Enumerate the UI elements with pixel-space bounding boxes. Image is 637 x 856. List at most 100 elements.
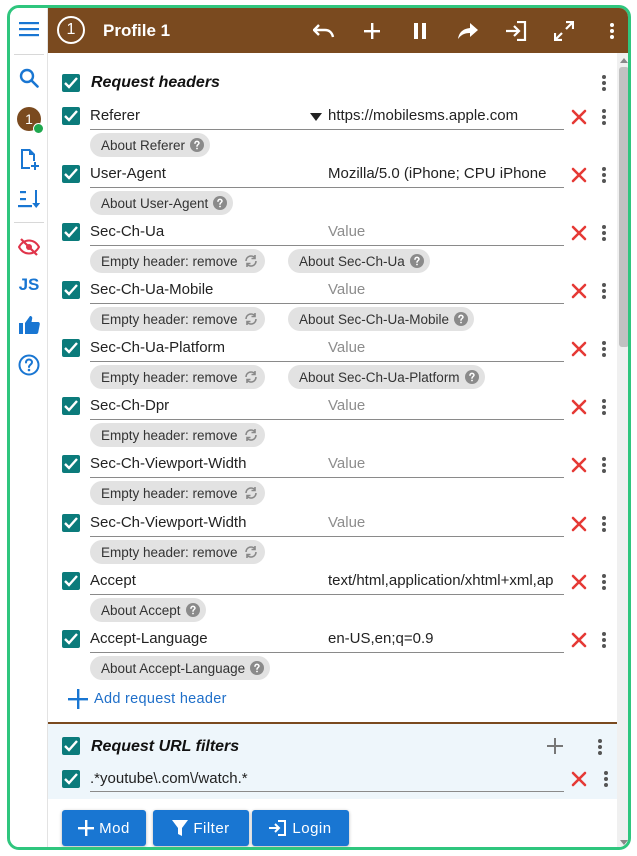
- about-header-chip[interactable]: About Accept-Language: [90, 656, 271, 680]
- header-more-icon[interactable]: [596, 513, 612, 535]
- request-headers-checkbox[interactable]: [62, 74, 80, 92]
- section-more-icon[interactable]: [596, 72, 612, 94]
- url-filter-more-icon[interactable]: [598, 768, 614, 790]
- help-icon[interactable]: [14, 350, 44, 380]
- header-name-input[interactable]: User-Agent: [90, 160, 328, 188]
- url-filter-input[interactable]: .*youtube\.com\/watch.*: [90, 764, 564, 792]
- header-more-icon[interactable]: [596, 106, 612, 128]
- header-checkbox[interactable]: [62, 514, 80, 532]
- empty-header-remove-chip[interactable]: Empty header: remove: [90, 307, 265, 331]
- menu-icon[interactable]: [14, 14, 44, 44]
- header-value-input[interactable]: text/html,application/xhtml+xml,ap: [328, 567, 564, 595]
- header-checkbox[interactable]: [62, 223, 80, 241]
- about-header-chip[interactable]: About Referer: [90, 133, 211, 157]
- header-checkbox[interactable]: [62, 397, 80, 415]
- more-vert-icon[interactable]: [598, 17, 626, 45]
- header-checkbox[interactable]: [62, 165, 80, 183]
- delete-header-icon[interactable]: [568, 338, 590, 360]
- add-request-header-link[interactable]: Add request header: [68, 689, 227, 709]
- about-header-chip[interactable]: About User-Agent: [90, 191, 234, 215]
- scroll-up-arrow-icon[interactable]: [620, 58, 628, 63]
- header-more-icon[interactable]: [596, 629, 612, 651]
- delete-header-icon[interactable]: [568, 629, 590, 651]
- share-icon[interactable]: [454, 17, 482, 45]
- search-icon[interactable]: [14, 63, 44, 93]
- header-value-input[interactable]: Value: [328, 509, 564, 537]
- login-button[interactable]: Login: [252, 810, 349, 846]
- header-value-input[interactable]: Mozilla/5.0 (iPhone; CPU iPhone: [328, 160, 564, 188]
- scrollbar[interactable]: [617, 53, 628, 847]
- delete-header-icon[interactable]: [568, 454, 590, 476]
- header-name-input[interactable]: Sec-Ch-Ua: [90, 218, 328, 246]
- profile-badge[interactable]: 1: [14, 104, 44, 134]
- header-value-input[interactable]: Value: [328, 392, 564, 420]
- add-file-icon[interactable]: [14, 144, 44, 174]
- url-filters-checkbox[interactable]: [62, 737, 80, 755]
- add-icon[interactable]: [358, 17, 386, 45]
- login-icon[interactable]: [502, 17, 530, 45]
- header-more-icon[interactable]: [596, 338, 612, 360]
- header-value-input[interactable]: Value: [328, 334, 564, 362]
- header-name-input[interactable]: Accept-Language: [90, 625, 328, 653]
- header-value-input[interactable]: Value: [328, 450, 564, 478]
- header-more-icon[interactable]: [596, 164, 612, 186]
- empty-header-remove-chip[interactable]: Empty header: remove: [90, 249, 265, 273]
- scrollbar-thumb[interactable]: [619, 67, 628, 347]
- header-checkbox[interactable]: [62, 107, 80, 125]
- header-more-icon[interactable]: [596, 280, 612, 302]
- scroll-down-arrow-icon[interactable]: [620, 840, 628, 845]
- url-filters-more-icon[interactable]: [592, 736, 608, 758]
- add-mod-button[interactable]: Mod: [62, 810, 146, 846]
- header-value-input[interactable]: Value: [328, 218, 564, 246]
- header-checkbox[interactable]: [62, 281, 80, 299]
- sort-icon[interactable]: [14, 184, 44, 214]
- about-header-chip[interactable]: About Sec-Ch-Ua-Mobile: [288, 307, 475, 331]
- visibility-off-icon[interactable]: [14, 232, 44, 262]
- javascript-icon[interactable]: JS: [14, 270, 44, 300]
- header-checkbox[interactable]: [62, 630, 80, 648]
- delete-header-icon[interactable]: [568, 106, 590, 128]
- empty-header-remove-chip[interactable]: Empty header: remove: [90, 365, 265, 389]
- add-url-filter-icon[interactable]: [545, 736, 565, 756]
- header-name-input[interactable]: Sec-Ch-Ua-Platform: [90, 334, 328, 362]
- header-more-icon[interactable]: [596, 396, 612, 418]
- empty-header-remove-chip[interactable]: Empty header: remove: [90, 540, 265, 564]
- empty-header-remove-chip[interactable]: Empty header: remove: [90, 481, 265, 505]
- undo-icon[interactable]: [310, 17, 338, 45]
- empty-header-remove-chip[interactable]: Empty header: remove: [90, 423, 265, 447]
- header-name-input[interactable]: Sec-Ch-Viewport-Width: [90, 450, 328, 478]
- header-checkbox[interactable]: [62, 339, 80, 357]
- delete-header-icon[interactable]: [568, 222, 590, 244]
- header-value-input[interactable]: https://mobilesms.apple.com: [328, 102, 564, 130]
- header-name-input[interactable]: Accept: [90, 567, 328, 595]
- pause-icon[interactable]: [406, 17, 434, 45]
- header-name-input[interactable]: Sec-Ch-Viewport-Width: [90, 509, 328, 537]
- delete-header-icon[interactable]: [568, 396, 590, 418]
- header-name-input[interactable]: Sec-Ch-Dpr: [90, 392, 328, 420]
- header-value-input[interactable]: en-US,en;q=0.9: [328, 625, 564, 653]
- delete-header-icon[interactable]: [568, 571, 590, 593]
- add-filter-button[interactable]: Filter: [153, 810, 249, 846]
- header-more-icon[interactable]: [596, 222, 612, 244]
- header-name-input[interactable]: Referer: [90, 102, 328, 130]
- about-header-chip[interactable]: About Accept: [90, 598, 206, 622]
- header-checkbox[interactable]: [62, 455, 80, 473]
- header-checkbox[interactable]: [62, 572, 80, 590]
- header-name-input[interactable]: Sec-Ch-Ua-Mobile: [90, 276, 328, 304]
- header-more-icon[interactable]: [596, 454, 612, 476]
- delete-url-filter-icon[interactable]: [568, 768, 590, 790]
- url-filter-checkbox[interactable]: [62, 770, 80, 788]
- dropdown-arrow-icon[interactable]: [310, 113, 322, 121]
- delete-header-icon[interactable]: [568, 280, 590, 302]
- thumbs-up-icon[interactable]: [14, 310, 44, 340]
- about-header-chip[interactable]: About Sec-Ch-Ua-Platform: [288, 365, 485, 389]
- header-more-icon[interactable]: [596, 571, 612, 593]
- sidebar-divider: [14, 222, 44, 223]
- about-header-chip[interactable]: About Sec-Ch-Ua: [288, 249, 430, 273]
- profile-number-circle[interactable]: 1: [57, 16, 85, 44]
- header-value-input[interactable]: Value: [328, 276, 564, 304]
- delete-header-icon[interactable]: [568, 513, 590, 535]
- profile-name[interactable]: Profile 1: [103, 21, 170, 41]
- fullscreen-icon[interactable]: [550, 17, 578, 45]
- delete-header-icon[interactable]: [568, 164, 590, 186]
